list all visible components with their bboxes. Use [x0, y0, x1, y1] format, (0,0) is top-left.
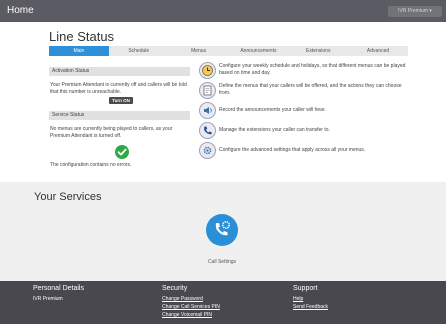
footer-personal-title: Personal Details	[33, 285, 84, 292]
footer-security-title: Security	[162, 285, 188, 292]
feature-announcements-text: Record the announcements your caller wil…	[219, 107, 326, 113]
turn-on-button[interactable]: Turn ON	[109, 97, 133, 104]
your-services-title: Your Services	[34, 191, 102, 203]
home-link[interactable]: Home	[7, 5, 34, 16]
footer-personal-details: Personal Details IVR Premium	[33, 285, 84, 303]
call-settings-label[interactable]: Call Settings	[190, 259, 254, 265]
call-settings-icon[interactable]	[206, 214, 238, 246]
advanced-settings-icon	[199, 142, 216, 159]
page-title: Line Status	[49, 29, 115, 44]
tab-main[interactable]: Main	[49, 46, 109, 56]
help-link[interactable]: Help	[293, 295, 328, 303]
footer-security: Security Change Password Change Call Ser…	[162, 285, 220, 319]
tab-bar: Main Schedule Menus Announcements Extens…	[49, 46, 408, 56]
send-feedback-link[interactable]: Send Feedback	[293, 303, 328, 311]
checkmark-icon	[115, 145, 129, 159]
change-password-link[interactable]: Change Password	[162, 295, 220, 303]
service-status-heading: Service Status	[49, 111, 190, 120]
tab-menus[interactable]: Menus	[169, 46, 229, 56]
footer: Personal Details IVR Premium Security Ch…	[0, 281, 446, 324]
announcement-icon	[199, 102, 216, 119]
line-status-panel: Line Status Main Schedule Menus Announce…	[0, 22, 446, 182]
feature-schedule-text: Configure your weekly schedule and holid…	[219, 63, 406, 76]
phone-icon	[199, 122, 216, 139]
feature-extensions-text: Manage the extensions your caller can tr…	[219, 127, 330, 133]
tab-schedule[interactable]: Schedule	[109, 46, 169, 56]
clock-icon	[199, 62, 216, 79]
feature-advanced-text: Configure the advanced settings that app…	[219, 147, 366, 153]
configuration-ok-text: The configuration contains no errors.	[50, 162, 132, 168]
feature-announcements[interactable]: Record the announcements your caller wil…	[199, 102, 411, 120]
feature-menus[interactable]: Define the menus that your callers will …	[199, 82, 411, 100]
menu-document-icon	[199, 82, 216, 99]
change-call-services-pin-link[interactable]: Change Call Services PIN	[162, 303, 220, 311]
feature-extensions[interactable]: Manage the extensions your caller can tr…	[199, 122, 411, 140]
service-status-text: No menus are currently being played to c…	[50, 126, 173, 139]
tab-announcements[interactable]: Announcements	[228, 46, 288, 56]
activation-status-heading: Activation Status	[49, 67, 190, 76]
feature-schedule[interactable]: Configure your weekly schedule and holid…	[199, 62, 411, 80]
tab-advanced[interactable]: Advanced	[348, 46, 408, 56]
user-menu-dropdown[interactable]: IVR Premium ▾	[388, 6, 442, 17]
footer-support: Support Help Send Feedback	[293, 285, 328, 311]
footer-support-title: Support	[293, 285, 318, 292]
tab-extensions[interactable]: Extensions	[288, 46, 348, 56]
footer-personal-item: IVR Premium	[33, 296, 63, 302]
change-voicemail-pin-link[interactable]: Change Voicemail PIN	[162, 311, 220, 319]
feature-advanced[interactable]: Configure the advanced settings that app…	[199, 142, 411, 160]
activation-status-text: Your Premium Attendant is currently off …	[50, 82, 187, 95]
feature-menus-text: Define the menus that your callers will …	[219, 83, 402, 96]
top-bar: Home IVR Premium ▾	[0, 0, 446, 22]
